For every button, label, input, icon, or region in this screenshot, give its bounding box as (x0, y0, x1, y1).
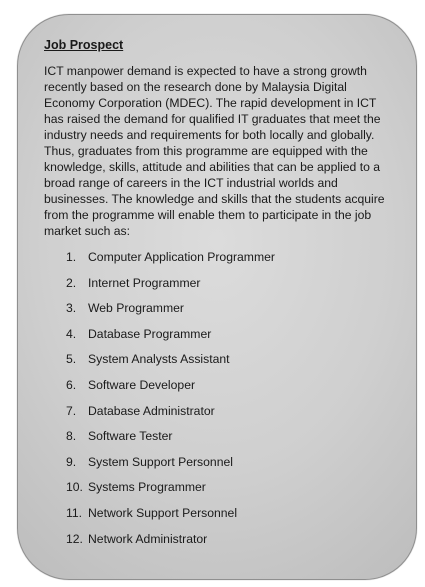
list-item-label: System Support Personnel (88, 454, 233, 469)
list-item-number: 5. (66, 352, 77, 367)
list-item-label: System Analysts Assistant (88, 352, 230, 367)
list-item-label: Internet Programmer (88, 275, 201, 290)
list-item: 6. Software Developer (44, 377, 389, 403)
intro-paragraph: ICT manpower demand is expected to have … (44, 64, 385, 238)
list-item-label: Computer Application Programmer (88, 250, 275, 264)
list-item-label: Network Support Personnel (88, 505, 238, 520)
list-item: 4. Database Programmer (44, 326, 389, 352)
list-item-number: 8. (66, 429, 77, 444)
list-item-label: Software Tester (88, 429, 173, 444)
list-item-number: 11. (66, 505, 83, 520)
list-item-number: 4. (66, 326, 77, 341)
list-item-number: 1. (66, 250, 77, 264)
list-item-number: 10. (66, 480, 83, 495)
list-item-number: 9. (66, 454, 77, 469)
list-item: 5. System Analysts Assistant (44, 351, 389, 377)
list-item-number: 3. (66, 301, 77, 316)
list-item: 3. Web Programmer (44, 300, 389, 326)
list-item: 1. Computer Application Programmer (44, 249, 389, 275)
section-title: Job Prospect (44, 38, 124, 52)
list-item-label: Software Developer (88, 377, 196, 392)
job-prospect-content: Job Prospect ICT manpower demand is expe… (44, 37, 389, 556)
list-item-number: 6. (66, 377, 77, 392)
list-item-label: Systems Programmer (88, 480, 206, 495)
list-item-number: 12. (66, 531, 83, 546)
career-list: 1. Computer Application Programmer 2. In… (44, 249, 389, 556)
list-item: 2. Internet Programmer (44, 275, 389, 301)
list-item-label: Database Programmer (88, 326, 212, 341)
list-item-label: Database Administrator (88, 403, 215, 418)
list-item: 8. Software Tester (44, 428, 389, 454)
list-item-label: Web Programmer (88, 301, 184, 316)
list-item-number: 7. (66, 403, 77, 418)
list-item: 7. Database Administrator (44, 403, 389, 429)
list-item: 10. Systems Programmer (44, 479, 389, 505)
list-item: 12. Network Administrator (44, 531, 389, 557)
list-item-label: Network Administrator (88, 531, 208, 546)
list-item: 11. Network Support Personnel (44, 505, 389, 531)
list-item-number: 2. (66, 275, 77, 290)
list-item: 9. System Support Personnel (44, 454, 389, 480)
